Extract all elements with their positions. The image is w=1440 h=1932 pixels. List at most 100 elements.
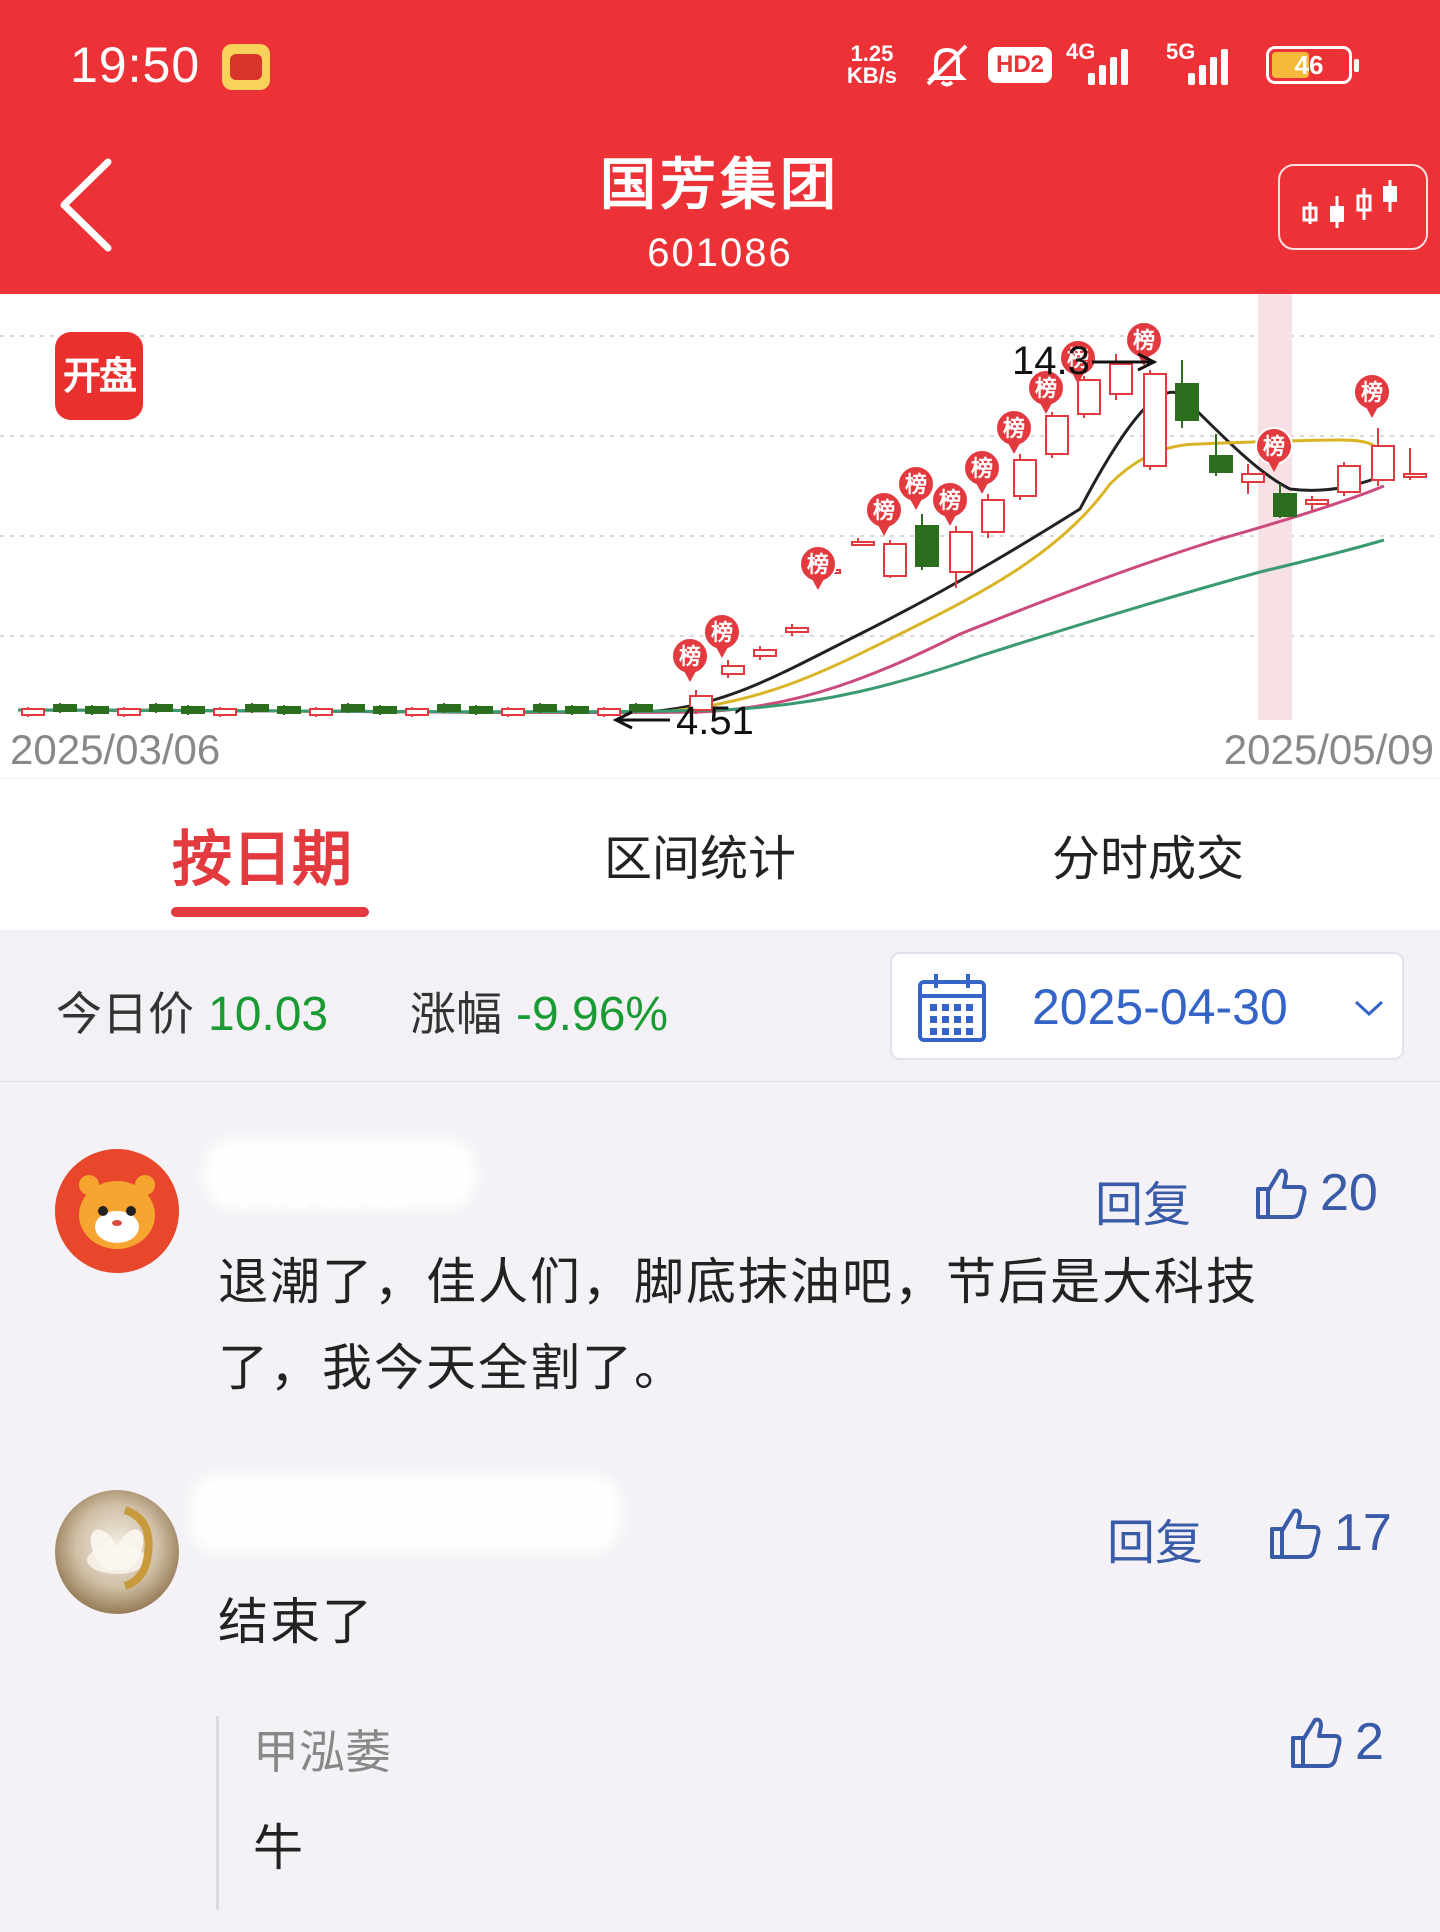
status-bar: 19:50 1.25 KB/s HD2 4G 5G 46 <box>0 0 1440 130</box>
badge-label: 榜 <box>905 472 927 498</box>
badge-label: 榜 <box>939 488 961 514</box>
comment-text-line: 退潮了，佳人们，脚底抹油吧，节后是大科技 <box>218 1253 1258 1311</box>
badge-pin <box>1040 403 1052 414</box>
candle-body <box>501 708 525 716</box>
comment-text: 结束了 <box>218 1579 1368 1665</box>
like-button[interactable]: 17 <box>1266 1503 1392 1563</box>
kline-chart-canvas: 榜榜榜榜榜榜榜榜榜榜榜榜榜 4.51 14.3 <box>0 294 1440 743</box>
candle-body <box>981 499 1005 533</box>
candle-body <box>21 708 45 716</box>
leaderboard-badge: 榜 <box>897 465 935 510</box>
kline-chart[interactable]: 榜榜榜榜榜榜榜榜榜榜榜榜榜 4.51 14.3 开盘 2025/03/06 20… <box>0 294 1440 778</box>
candle-body <box>469 706 493 714</box>
title-block: 国芳集团 601086 <box>420 140 1020 276</box>
candle-body <box>373 706 397 714</box>
comment-text-line: 了，我今天全割了。 <box>218 1339 686 1397</box>
reply-button[interactable]: 回复 <box>1107 1503 1203 1573</box>
badge-pin <box>684 671 696 682</box>
chart-end-date: 2025/05/09 <box>1223 726 1434 773</box>
candle-body <box>53 704 77 712</box>
like-count: 20 <box>1320 1164 1378 1222</box>
candle-body <box>149 704 173 712</box>
price-change-label: 涨幅 <box>410 987 502 1041</box>
candle-body <box>1209 455 1233 473</box>
avatar[interactable] <box>55 1490 179 1614</box>
comment-username[interactable]: 咏梧幽庭 <box>218 1155 418 1219</box>
candle-body <box>1077 379 1101 415</box>
mute-icon <box>926 44 968 87</box>
candle-body <box>85 706 109 714</box>
price-change: 涨幅 -9.96% <box>410 978 668 1044</box>
badge-pin <box>1008 443 1020 454</box>
badge-label: 榜 <box>873 498 895 524</box>
leaderboard-badge: 榜 <box>1125 321 1163 366</box>
candle-body <box>405 708 429 716</box>
badge-pin <box>944 515 956 526</box>
stock-code: 601086 <box>647 231 793 275</box>
chevron-down-icon <box>1354 1000 1384 1017</box>
candle-body <box>1273 493 1297 517</box>
candle-body <box>1175 383 1199 421</box>
leaderboard-badge: 榜 <box>995 409 1033 454</box>
candle-body <box>949 531 973 573</box>
thumbs-up-icon <box>1270 1508 1321 1559</box>
leaderboard-badge: 榜 <box>865 491 903 536</box>
selected-date: 2025-04-30 <box>1032 979 1288 1035</box>
notification-app-icon <box>222 44 270 90</box>
net-speed-value: 1.25 <box>850 41 894 66</box>
today-price-value: 10.03 <box>208 988 329 1041</box>
candle-body <box>277 706 301 714</box>
price-change-value: -9.96% <box>516 988 669 1041</box>
candle-body <box>1371 445 1395 481</box>
reply-button[interactable]: 回复 <box>1095 1165 1191 1235</box>
lotus-avatar-icon <box>87 1506 153 1590</box>
tab-by-date[interactable]: 按日期 <box>172 811 352 898</box>
badge-label: 榜 <box>1361 380 1383 406</box>
leaderboard-badge: 榜 <box>671 637 709 682</box>
sub-reply-text: 牛 <box>253 1819 303 1877</box>
leaderboard-badge: 榜 <box>1353 373 1391 418</box>
today-price-label: 今日价 <box>56 987 194 1041</box>
badge-label: 榜 <box>807 552 829 578</box>
like-count: 2 <box>1355 1713 1384 1771</box>
thumbs-up-icon <box>1291 1717 1342 1768</box>
leaderboard-badge: 榜 <box>703 613 741 658</box>
candle-body <box>721 665 745 675</box>
like-button[interactable]: 20 <box>1252 1163 1378 1223</box>
tiger-avatar-icon <box>55 1149 179 1273</box>
candle-body <box>437 704 461 712</box>
back-arrow-icon[interactable] <box>50 150 130 260</box>
kaipan-logo: 开盘 <box>55 332 143 420</box>
tab-range-stats[interactable]: 区间统计 <box>604 819 796 889</box>
leaderboard-badge: 榜 <box>963 449 1001 494</box>
badge-label: 榜 <box>1263 434 1285 460</box>
candle-body <box>533 704 557 712</box>
ma60-line <box>17 538 1385 714</box>
comment-username[interactable]: 梧桐山下的女孩 <box>218 1491 568 1555</box>
app-root: 19:50 1.25 KB/s HD2 4G 5G 46 国芳集团 601086… <box>0 0 1440 1932</box>
ma10-line <box>17 438 1386 715</box>
leaderboard-badge: 榜 <box>931 481 969 526</box>
candle-body <box>117 708 141 716</box>
badge-pin <box>976 483 988 494</box>
price-summary: 今日价 10.03 涨幅 -9.96% 2025-04-30 <box>0 930 1440 1082</box>
badge-pin <box>910 499 922 510</box>
today-price: 今日价 10.03 <box>56 978 328 1044</box>
candle-body <box>883 543 907 577</box>
ma20-line <box>17 484 1385 715</box>
avatar[interactable] <box>55 1149 179 1273</box>
like-button[interactable]: 2 <box>1287 1712 1384 1772</box>
candle-body <box>245 704 269 712</box>
like-count: 17 <box>1334 1504 1392 1562</box>
candle-body <box>341 704 365 712</box>
signal-5g-icon: 5G <box>1166 39 1252 87</box>
candle-body <box>1045 415 1069 455</box>
date-picker[interactable]: 2025-04-30 <box>890 952 1404 1060</box>
candle-body <box>1241 473 1265 483</box>
candle-body <box>1337 465 1361 493</box>
sub-reply-username[interactable]: 甲泓萎 <box>253 1716 391 1782</box>
tab-intraday-trades[interactable]: 分时成交 <box>1052 819 1244 889</box>
comment-list: 咏梧幽庭 回复 20 退潮了，佳人们，脚底抹油吧，节后是大科技 了，我今天全割了… <box>0 1083 1440 1932</box>
kline-toggle-button[interactable] <box>1278 164 1428 250</box>
candle-body <box>1109 363 1133 395</box>
